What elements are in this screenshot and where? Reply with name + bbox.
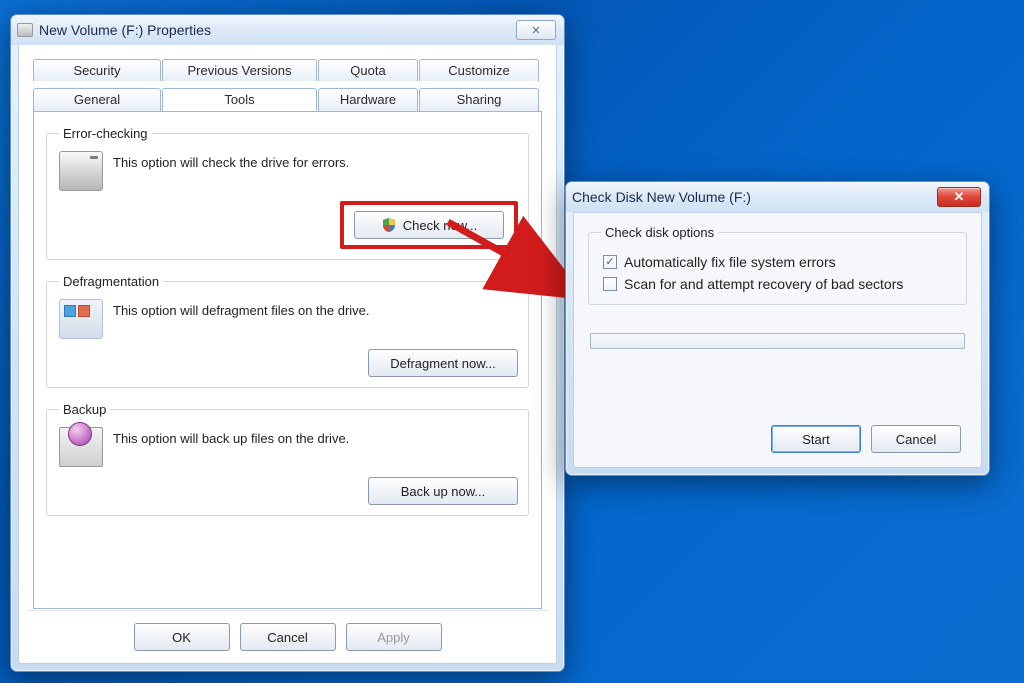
backup-now-button[interactable]: Back up now... bbox=[368, 477, 518, 505]
check-disk-options-group: Check disk options ✓ Automatically fix f… bbox=[588, 225, 967, 305]
error-checking-group: Error-checking This option will check th… bbox=[46, 126, 529, 260]
defragment-now-button[interactable]: Defragment now... bbox=[368, 349, 518, 377]
tab-hardware[interactable]: Hardware bbox=[318, 88, 418, 111]
error-checking-legend: Error-checking bbox=[59, 126, 152, 141]
tab-general[interactable]: General bbox=[33, 88, 161, 111]
check-disk-titlebar[interactable]: Check Disk New Volume (F:) ✕ bbox=[566, 182, 989, 212]
check-now-highlight: Check now... bbox=[340, 201, 518, 249]
uac-shield-icon bbox=[381, 217, 397, 233]
tools-tab-panel: Error-checking This option will check th… bbox=[33, 111, 542, 609]
tab-tools[interactable]: Tools bbox=[162, 88, 317, 111]
close-icon[interactable]: ✕ bbox=[516, 20, 556, 40]
tab-sharing[interactable]: Sharing bbox=[419, 88, 539, 111]
auto-fix-option[interactable]: ✓ Automatically fix file system errors bbox=[603, 254, 956, 270]
cancel-button[interactable]: Cancel bbox=[240, 623, 336, 651]
apply-button[interactable]: Apply bbox=[346, 623, 442, 651]
check-disk-dialog-buttons: Start Cancel bbox=[588, 375, 967, 453]
tab-customize[interactable]: Customize bbox=[419, 59, 539, 81]
ok-button[interactable]: OK bbox=[134, 623, 230, 651]
check-now-button[interactable]: Check now... bbox=[354, 211, 504, 239]
backup-now-label: Back up now... bbox=[401, 484, 486, 499]
error-checking-desc: This option will check the drive for err… bbox=[113, 155, 349, 170]
backup-desc: This option will back up files on the dr… bbox=[113, 431, 349, 446]
tab-row-1: Security Previous Versions Quota Customi… bbox=[27, 53, 548, 82]
check-now-label: Check now... bbox=[403, 218, 477, 233]
backup-group: Backup This option will back up files on… bbox=[46, 402, 529, 516]
properties-titlebar[interactable]: New Volume (F:) Properties ✕ bbox=[11, 15, 564, 45]
scan-bad-option[interactable]: Scan for and attempt recovery of bad sec… bbox=[603, 276, 956, 292]
defragmentation-icon bbox=[59, 299, 103, 339]
check-disk-body: Check disk options ✓ Automatically fix f… bbox=[573, 212, 982, 468]
defragmentation-group: Defragmentation This option will defragm… bbox=[46, 274, 529, 388]
tab-quota[interactable]: Quota bbox=[318, 59, 418, 81]
defragmentation-desc: This option will defragment files on the… bbox=[113, 303, 370, 318]
defragmentation-legend: Defragmentation bbox=[59, 274, 163, 289]
defragment-now-label: Defragment now... bbox=[390, 356, 496, 371]
tab-row-2: General Tools Hardware Sharing bbox=[27, 82, 548, 112]
check-disk-title: Check Disk New Volume (F:) bbox=[572, 189, 751, 205]
backup-legend: Backup bbox=[59, 402, 110, 417]
cancel-button[interactable]: Cancel bbox=[871, 425, 961, 453]
auto-fix-label: Automatically fix file system errors bbox=[624, 254, 836, 270]
scan-bad-checkbox[interactable] bbox=[603, 277, 617, 291]
properties-title: New Volume (F:) Properties bbox=[39, 22, 211, 38]
drive-icon bbox=[17, 23, 33, 37]
properties-body: Security Previous Versions Quota Customi… bbox=[18, 45, 557, 664]
close-icon[interactable]: ✕ bbox=[937, 187, 981, 207]
start-button[interactable]: Start bbox=[771, 425, 861, 453]
tab-security[interactable]: Security bbox=[33, 59, 161, 81]
error-checking-icon bbox=[59, 151, 103, 191]
properties-dialog-buttons: OK Cancel Apply bbox=[27, 610, 548, 651]
auto-fix-checkbox[interactable]: ✓ bbox=[603, 255, 617, 269]
scan-bad-label: Scan for and attempt recovery of bad sec… bbox=[624, 276, 903, 292]
check-disk-options-legend: Check disk options bbox=[601, 225, 718, 240]
progress-bar bbox=[590, 333, 965, 349]
properties-window: New Volume (F:) Properties ✕ Security Pr… bbox=[10, 14, 565, 672]
tab-previous-versions[interactable]: Previous Versions bbox=[162, 59, 317, 81]
backup-icon bbox=[59, 427, 103, 467]
check-disk-window: Check Disk New Volume (F:) ✕ Check disk … bbox=[565, 181, 990, 476]
